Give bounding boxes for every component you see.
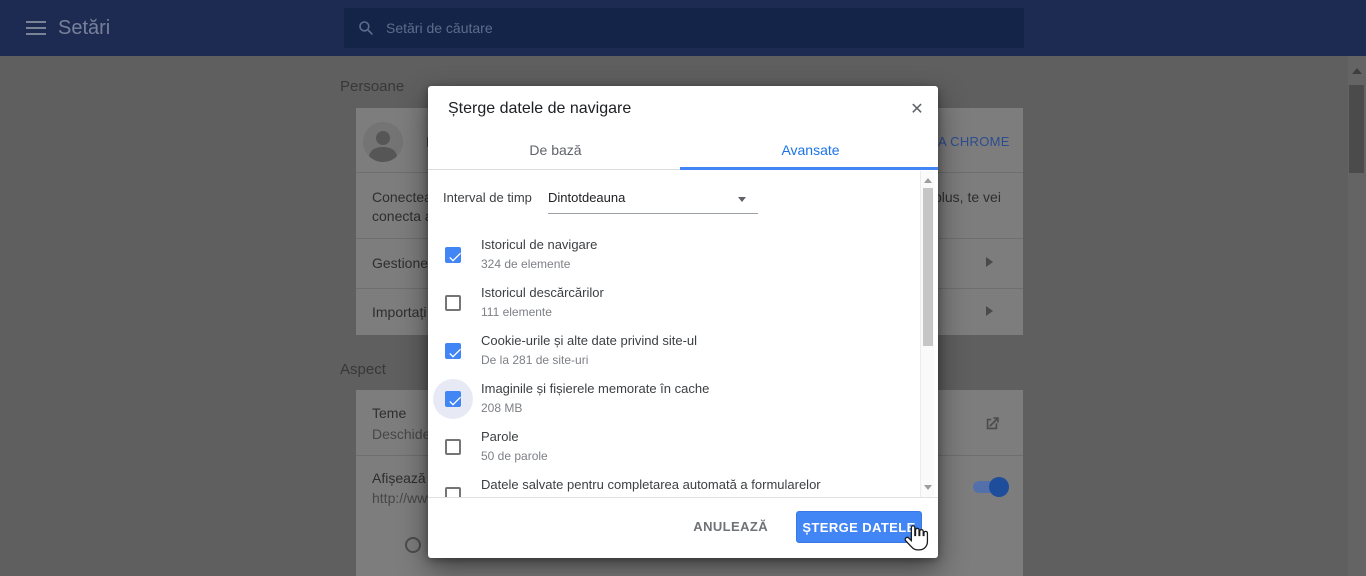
dialog-scrollbar[interactable] <box>920 171 934 497</box>
tab-avansate[interactable]: Avansate <box>683 130 938 170</box>
section-title-people: Persoane <box>340 78 404 95</box>
sign-in-chrome-button-fragment[interactable]: A CHROME <box>938 134 1010 149</box>
avatar <box>363 122 403 162</box>
chevron-right-icon <box>986 306 993 316</box>
checkbox[interactable] <box>445 343 461 359</box>
time-range-label: Interval de timp <box>443 190 532 205</box>
open-in-new-icon <box>983 415 1001 433</box>
checkbox[interactable] <box>445 487 461 497</box>
home-button-toggle[interactable] <box>973 481 1001 493</box>
section-title-aspect: Aspect <box>340 361 386 378</box>
dialog-title: Șterge datele de navigare <box>448 100 631 118</box>
close-icon[interactable]: ✕ <box>904 97 930 123</box>
menu-icon[interactable] <box>26 21 46 35</box>
list-item-download-history: Istoricul descărcărilor 111 elemente <box>428 279 938 327</box>
scroll-down-icon[interactable] <box>924 485 932 490</box>
settings-search-box[interactable] <box>344 8 1024 48</box>
time-range-dropdown[interactable]: Dintotdeauna <box>548 181 758 214</box>
checkbox[interactable] <box>445 439 461 455</box>
settings-header: Setări <box>0 0 1366 56</box>
time-range-value: Dintotdeauna <box>548 190 625 205</box>
chrome-settings-page: Setări Persoane P A CHROME Conecteaz con… <box>0 0 1366 576</box>
checkbox[interactable] <box>445 247 461 263</box>
list-item-cached-images: Imaginile și fișierele memorate în cache… <box>428 375 938 423</box>
page-title: Setări <box>58 17 110 40</box>
browser-scrollbar[interactable] <box>1348 56 1366 576</box>
dialog-scrollbar-thumb[interactable] <box>923 188 933 346</box>
list-item-browsing-history: Istoricul de navigare 324 de elemente <box>428 231 938 279</box>
clear-data-button[interactable]: ȘTERGE DATELE <box>796 511 922 543</box>
dialog-footer: ANULEAZĂ ȘTERGE DATELE <box>428 497 938 558</box>
search-input[interactable] <box>386 8 1006 48</box>
checkbox[interactable] <box>445 391 461 407</box>
person-icon <box>363 122 403 162</box>
search-icon <box>358 20 374 36</box>
tab-de-baza[interactable]: De bază <box>428 130 683 170</box>
list-item-autofill: Datele salvate pentru completarea automa… <box>428 471 938 497</box>
dialog-scroll-area: Interval de timp Dintotdeauna Istoricul … <box>428 171 938 497</box>
radio-button[interactable] <box>405 537 421 553</box>
browser-scrollbar-thumb[interactable] <box>1349 85 1364 173</box>
list-item-cookies: Cookie-urile și alte date privind site-u… <box>428 327 938 375</box>
connect-row-right-fragment: plus, te vei <box>934 189 1001 205</box>
cancel-button[interactable]: ANULEAZĂ <box>685 511 776 543</box>
scroll-up-icon[interactable] <box>924 178 932 183</box>
themes-label[interactable]: Teme <box>372 405 406 421</box>
toggle-knob <box>989 477 1009 497</box>
list-item-passwords: Parole 50 de parole <box>428 423 938 471</box>
scroll-up-icon[interactable] <box>1352 68 1362 74</box>
dialog-tabs: De bază Avansate <box>428 130 938 170</box>
active-tab-underline <box>680 167 938 170</box>
checkbox[interactable] <box>445 295 461 311</box>
chevron-down-icon <box>738 197 746 202</box>
clear-browsing-data-dialog: Șterge datele de navigare ✕ De bază Avan… <box>428 86 938 558</box>
chevron-right-icon <box>986 257 993 267</box>
